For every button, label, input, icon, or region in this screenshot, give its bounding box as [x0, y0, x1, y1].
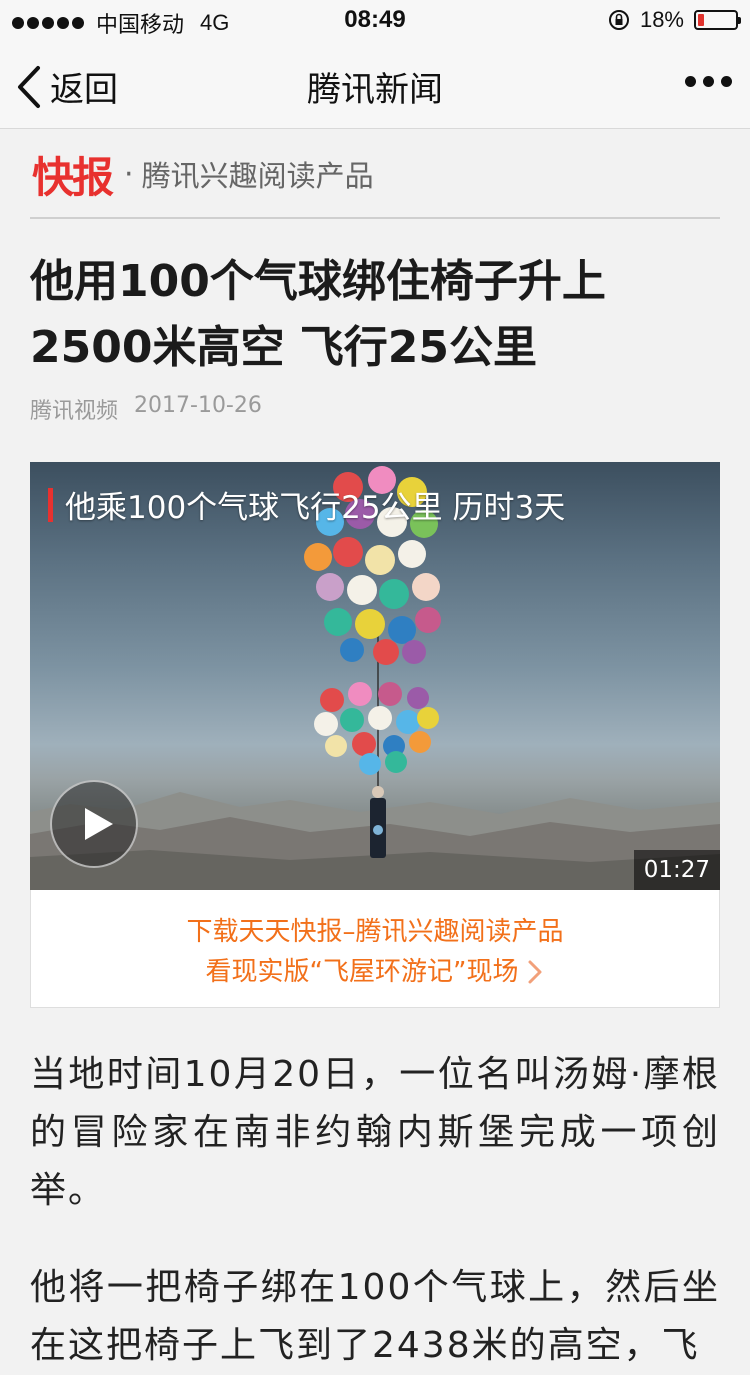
status-right: 18%: [608, 7, 741, 33]
article-meta: 腾讯视频 2017-10-26: [30, 393, 262, 425]
play-button[interactable]: [50, 780, 138, 868]
article-date: 2017-10-26: [134, 393, 262, 418]
battery-icon: [694, 10, 741, 30]
rotation-lock-icon: [608, 10, 629, 30]
divider: [30, 217, 720, 219]
more-dot-icon: [685, 76, 696, 87]
video-player[interactable]: 他乘100个气球飞行25公里 历时3天 01:27: [30, 462, 720, 890]
battery-level: [698, 14, 704, 26]
battery-percent: 18%: [639, 7, 684, 32]
brand-separator: ·: [124, 156, 134, 192]
back-button[interactable]: 返回: [16, 62, 118, 111]
video-duration: 01:27: [633, 850, 720, 890]
headline-line-1: 他用100个气球绑住椅子升上: [30, 256, 606, 307]
video-title: 他乘100个气球飞行25公里 历时3天: [65, 490, 566, 526]
more-dot-icon: [721, 76, 732, 87]
download-banner-line-2: 看现实版“飞屋环游记”现场: [206, 952, 545, 992]
article-headline: 他用100个气球绑住椅子升上 2500米高空 飞行25公里: [30, 249, 720, 381]
kuaibao-logo: 快报: [32, 152, 114, 202]
more-options-button[interactable]: [685, 76, 732, 87]
body-paragraph: 当地时间10月20日，一位名叫汤姆·摩根的冒险家在南非约翰内斯堡完成一项创举。: [30, 1054, 720, 1211]
nav-bar: 返回 腾讯新闻: [0, 40, 750, 129]
download-banner-link: 看现实版“飞屋环游记”现场: [205, 957, 519, 987]
title-accent-bar: [48, 487, 53, 522]
download-app-banner[interactable]: 下载天天快报–腾讯兴趣阅读产品 看现实版“飞屋环游记”现场: [30, 890, 720, 1008]
video-title-bar: 他乘100个气球飞行25公里 历时3天: [48, 482, 565, 527]
body-paragraph: 他将一把椅子绑在100个气球上，然后坐在这把椅子上飞到了2438米的高空，飞: [30, 1267, 720, 1366]
headline-line-2: 2500米高空 飞行25公里: [30, 322, 538, 373]
status-bar: 中国移动 4G 08:49 18%: [0, 0, 750, 40]
play-icon: [85, 808, 113, 840]
brand-tagline: 腾讯兴趣阅读产品: [141, 159, 374, 193]
brand-header: 快报 · 腾讯兴趣阅读产品: [32, 149, 374, 202]
chevron-left-icon: [18, 65, 40, 108]
article-source: 腾讯视频: [30, 399, 119, 424]
download-banner-line-1: 下载天天快报–腾讯兴趣阅读产品: [186, 917, 564, 947]
chevron-right-icon: [528, 960, 542, 984]
back-label: 返回: [50, 70, 118, 110]
more-dot-icon: [703, 76, 714, 87]
